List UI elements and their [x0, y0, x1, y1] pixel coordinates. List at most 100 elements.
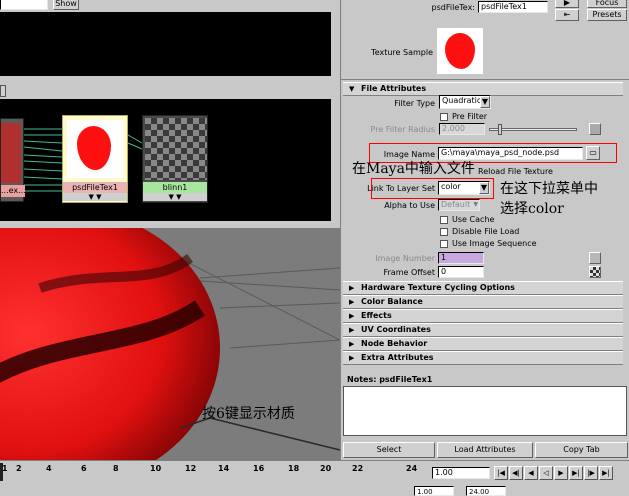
pre-filter-radius-slider[interactable]: [489, 124, 577, 135]
range-start-field[interactable]: 1.00: [414, 486, 454, 496]
go-to-output-icon[interactable]: ⇤: [555, 9, 579, 21]
top-graph-panel: Show: [0, 0, 333, 80]
pre-filter-radius-label: Pre Filter Radius: [370, 125, 435, 134]
map-button-icon[interactable]: [589, 123, 601, 135]
step-forward-icon[interactable]: ▶|: [569, 466, 583, 480]
go-to-input-icon[interactable]: ▶: [555, 0, 579, 8]
frame-offset-label: Frame Offset: [383, 268, 435, 277]
copy-tab-button[interactable]: Copy Tab: [535, 442, 628, 458]
section-color-balance-label: Color Balance: [361, 297, 423, 306]
image-number-field[interactable]: 1: [438, 252, 484, 264]
pre-filter-radius-field[interactable]: 2.000: [439, 123, 485, 135]
section-node-behavior[interactable]: ▶ Node Behavior: [343, 337, 623, 351]
play-backward-icon[interactable]: ◁: [539, 466, 553, 480]
section-file-attributes-label: File Attributes: [361, 84, 427, 93]
psd-file-tex-node[interactable]: psdFileTex1 ▼ ▼: [62, 115, 128, 203]
disable-file-load-checkbox[interactable]: [440, 228, 448, 236]
psd-texture-swatch: [67, 120, 123, 178]
image-number-label: Image Number: [375, 254, 435, 263]
use-image-sequence-checkbox[interactable]: [440, 240, 448, 248]
viewport-3d[interactable]: 按6键显示材质: [0, 228, 340, 460]
reload-file-texture[interactable]: Reload File Texture: [478, 167, 553, 176]
section-hardware[interactable]: ▶ Hardware Texture Cycling Options: [343, 281, 623, 295]
expand-right-icon: ▶: [349, 298, 355, 306]
sample-red-blob: [445, 33, 475, 69]
expand-right-icon: ▶: [349, 312, 355, 320]
texture-sample-label: Texture Sample: [371, 48, 433, 57]
chevron-down-icon: ▼: [473, 201, 478, 208]
alpha-to-use-value: Default: [441, 200, 471, 209]
hypershade-tab[interactable]: [0, 85, 6, 97]
section-effects[interactable]: ▶ Effects: [343, 309, 623, 323]
viewport-scene: [0, 228, 340, 460]
link-layer-set-highlight: [371, 178, 494, 199]
show-button[interactable]: Show: [53, 0, 79, 10]
timeline[interactable]: 1 2 4 6 8 10 12 14 16 18 20 22 24 1.00 |◀ ◀| ◀ ◁ ▶ ▶…: [0, 460, 629, 496]
frame-offset-field[interactable]: 0: [438, 266, 484, 278]
timeline-tick-label: 12: [185, 464, 197, 473]
red-blob: [77, 126, 111, 170]
step-back-key-icon[interactable]: ◀|: [509, 466, 523, 480]
expand-down-icon: ▼: [349, 85, 355, 93]
notes-textarea[interactable]: [343, 386, 627, 436]
psd-node-label: psdFileTex1: [63, 182, 127, 193]
step-back-icon[interactable]: ◀: [524, 466, 538, 480]
node-field-label: psdFileTex:: [431, 3, 475, 12]
timeline-tick-label: 16: [253, 464, 265, 473]
blinn-checker-swatch: [145, 118, 207, 180]
pre-filter-checkbox[interactable]: [440, 113, 448, 121]
timeline-tick-label: 20: [320, 464, 332, 473]
range-end-field[interactable]: 24.00: [466, 486, 506, 496]
step-forward-key-icon[interactable]: |▶: [584, 466, 598, 480]
select-button[interactable]: Select: [343, 442, 435, 458]
timeline-tick-label: 2: [16, 464, 22, 473]
section-extra-attributes[interactable]: ▶ Extra Attributes: [343, 351, 623, 365]
timeline-tick-label: 6: [81, 464, 87, 473]
top-text-field[interactable]: [0, 0, 48, 10]
blinn-node[interactable]: blinn1 ▼ ▼: [142, 115, 208, 203]
use-cache-checkbox[interactable]: [440, 216, 448, 224]
section-file-attributes[interactable]: ▼ File Attributes: [343, 82, 623, 96]
frame-offset-map-icon[interactable]: [589, 266, 601, 278]
annotation-input-file: 在Maya中输入文件: [352, 161, 475, 177]
timeline-tick-label: 1: [2, 464, 8, 473]
blinn-node-arrows: ▼ ▼: [143, 193, 207, 201]
section-effects-label: Effects: [361, 311, 392, 320]
section-hardware-label: Hardware Texture Cycling Options: [361, 283, 515, 292]
image-number-map-icon[interactable]: [589, 252, 601, 264]
partial-node-swatch: [1, 123, 21, 183]
top-graph-area[interactable]: [0, 12, 331, 76]
hypershade-panel: ...ex... psdFileTex1 ▼ ▼ blinn1 ▼ ▼: [0, 82, 333, 226]
annotation-press6: 按6键显示材质: [202, 406, 295, 422]
expand-right-icon: ▶: [349, 340, 355, 348]
go-to-end-icon[interactable]: ▶|: [599, 466, 613, 480]
play-forward-icon[interactable]: ▶: [554, 466, 568, 480]
attribute-editor: psdFileTex: psdFileTex1 Focus Presets ▶ …: [340, 0, 629, 460]
current-frame-field[interactable]: 1.00: [432, 467, 490, 479]
timeline-tick-label: 4: [46, 464, 52, 473]
presets-button[interactable]: Presets: [587, 9, 627, 21]
filter-type-dropdown[interactable]: Quadratic ▼: [439, 95, 491, 109]
slider-handle[interactable]: [498, 124, 502, 135]
node-name-field[interactable]: psdFileTex1: [478, 1, 548, 13]
section-uv-coordinates-label: UV Coordinates: [361, 325, 431, 334]
section-color-balance[interactable]: ▶ Color Balance: [343, 295, 623, 309]
load-attributes-button[interactable]: Load Attributes: [437, 442, 533, 458]
focus-button[interactable]: Focus: [587, 0, 627, 8]
timeline-tick-label: 14: [218, 464, 230, 473]
playback-controls: |◀ ◀| ◀ ◁ ▶ ▶| |▶ ▶|: [494, 466, 629, 480]
section-node-behavior-label: Node Behavior: [361, 339, 428, 348]
timeline-tick-label: 22: [352, 464, 364, 473]
filter-type-value: Quadratic: [442, 96, 482, 105]
section-uv-coordinates[interactable]: ▶ UV Coordinates: [343, 323, 623, 337]
timeline-tick-label: 18: [288, 464, 300, 473]
expand-right-icon: ▶: [349, 326, 355, 334]
partial-node-label: ...ex...: [1, 185, 25, 197]
partial-node[interactable]: ...ex...: [0, 118, 25, 202]
psd-node-arrows: ▼ ▼: [63, 193, 127, 201]
timeline-tick-label: 24: [406, 464, 418, 473]
chevron-down-icon: ▼: [480, 96, 490, 108]
go-to-start-icon[interactable]: |◀: [494, 466, 508, 480]
hypershade-graph-area[interactable]: ...ex... psdFileTex1 ▼ ▼ blinn1 ▼ ▼: [0, 99, 331, 221]
alpha-to-use-dropdown[interactable]: Default ▼: [438, 199, 480, 211]
